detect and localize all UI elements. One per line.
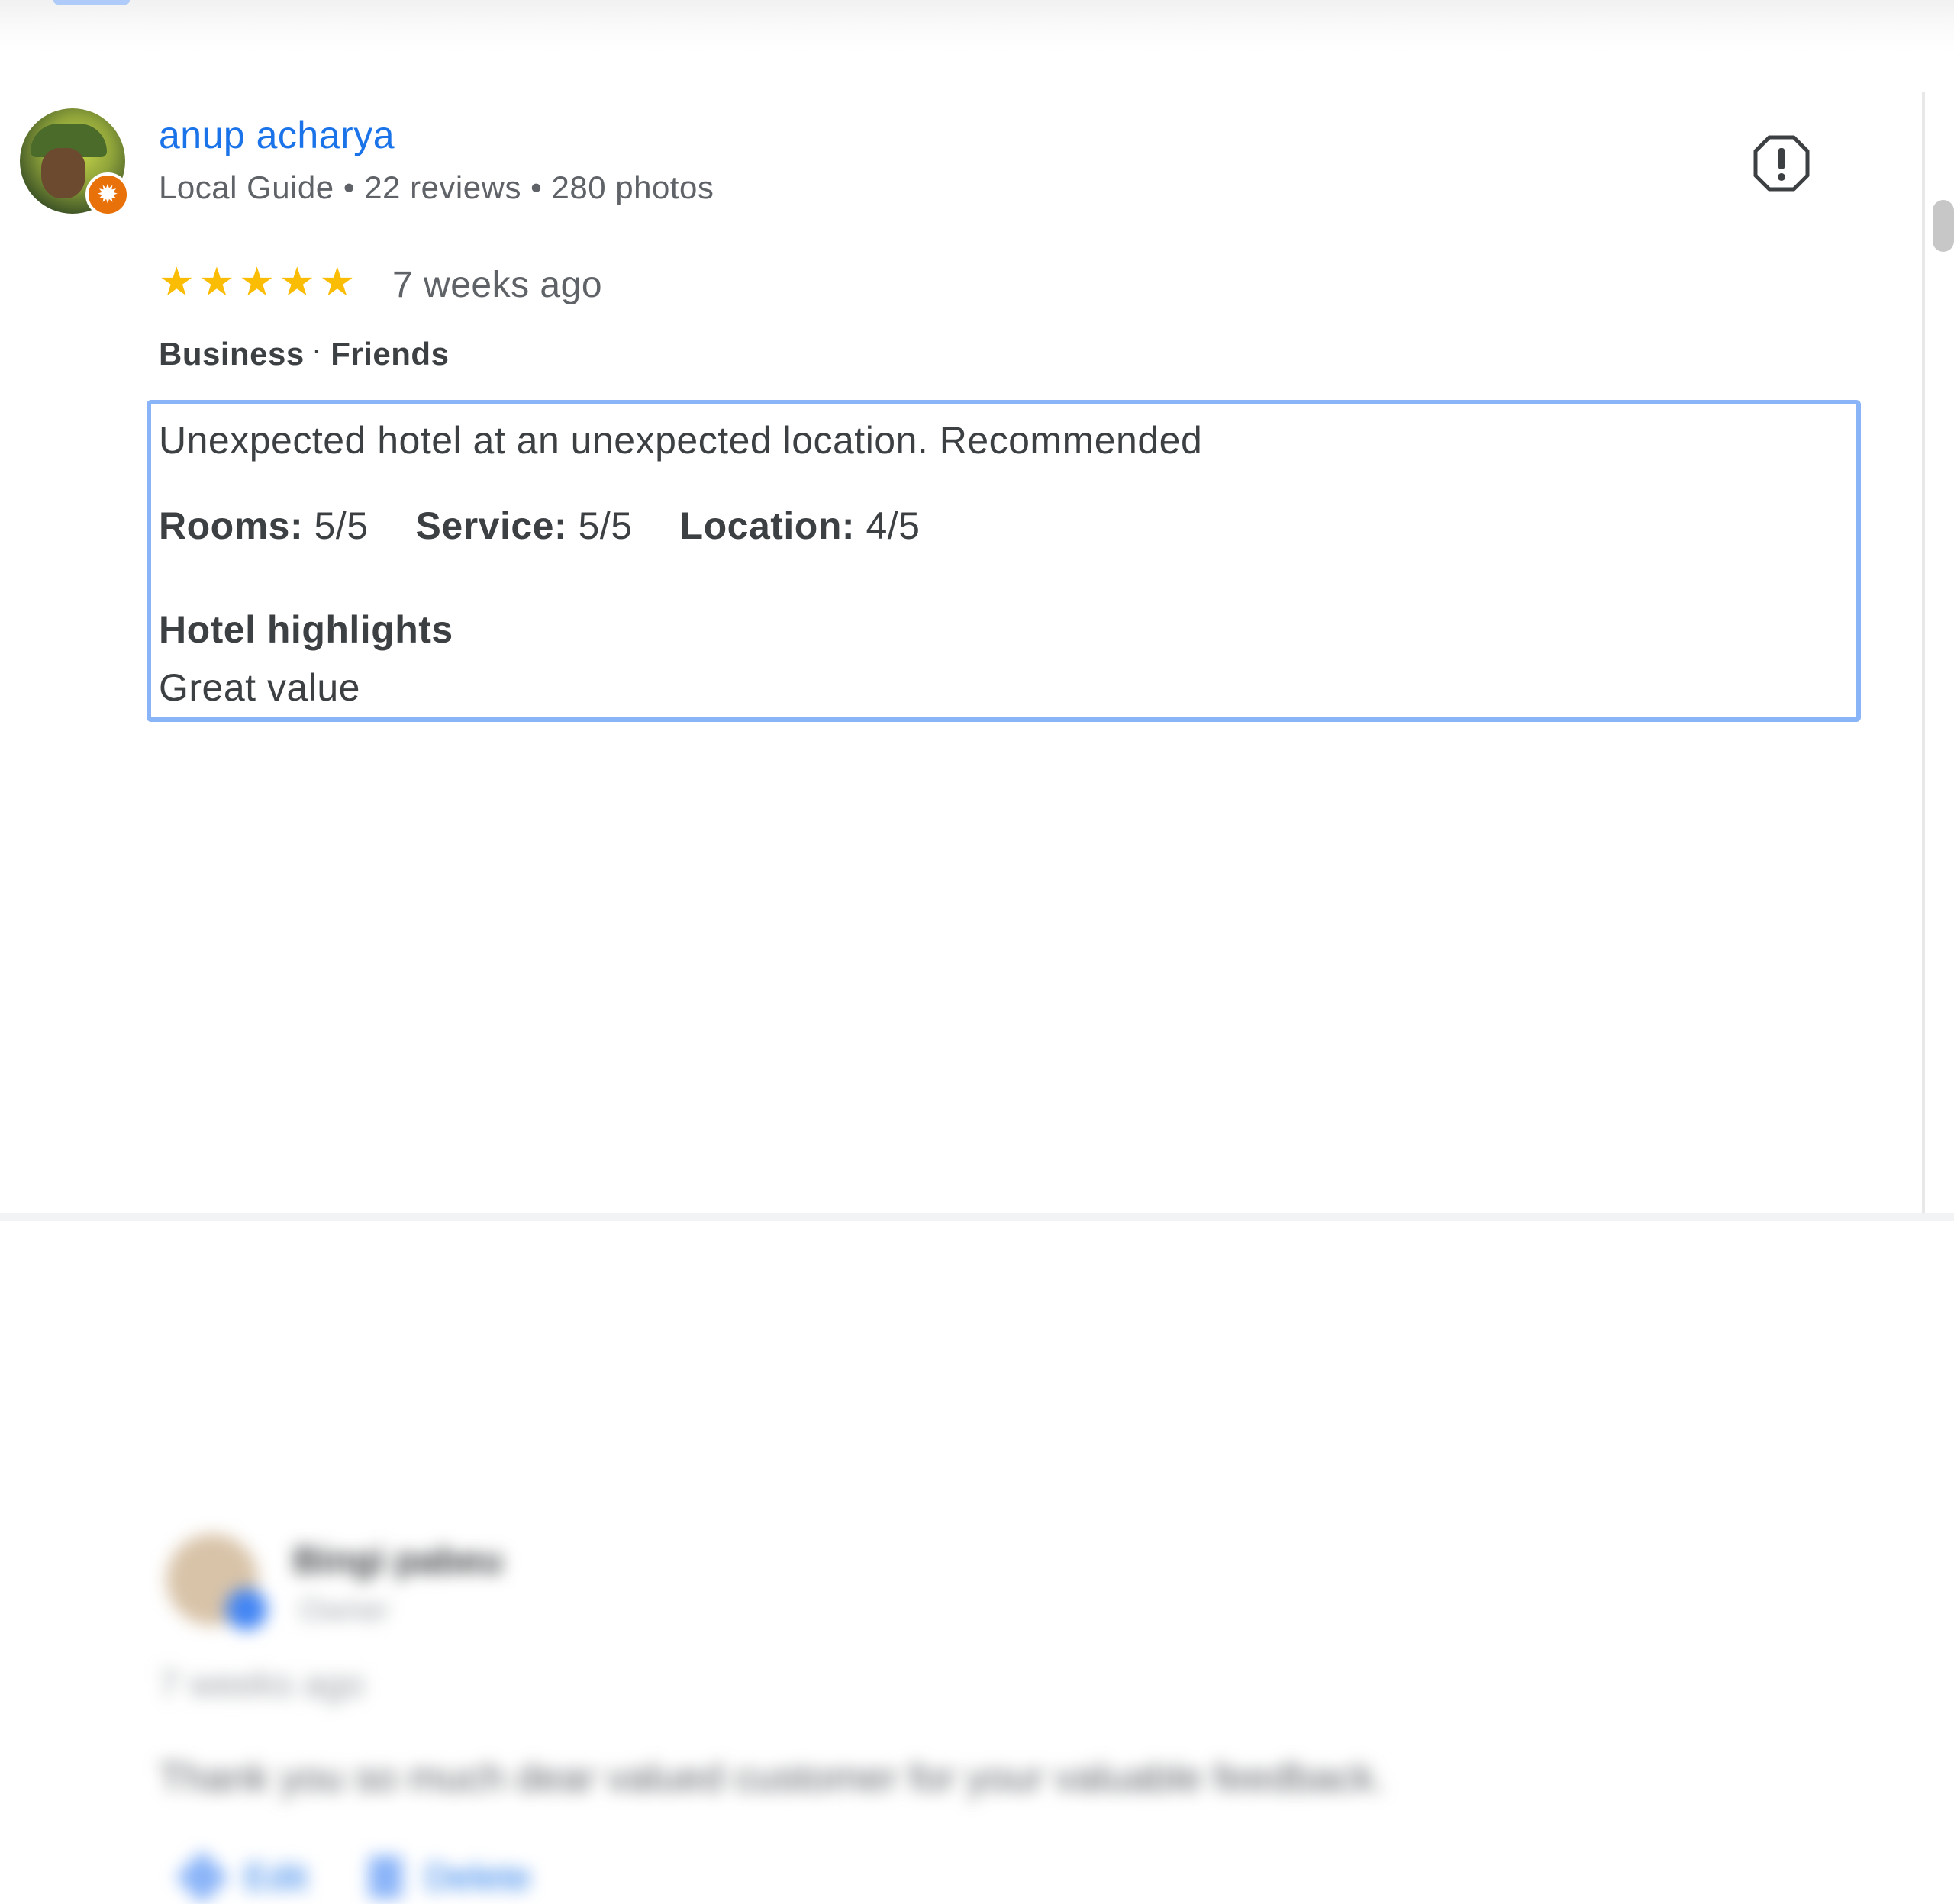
next-reviewer-name: Bingi pabeu bbox=[293, 1541, 503, 1581]
reviewer-meta: Local Guide • 22 reviews • 280 photos bbox=[159, 169, 714, 205]
report-review-icon[interactable] bbox=[1752, 134, 1811, 192]
rating-service: Service: 5/5 bbox=[416, 504, 633, 548]
star-icon: ★ bbox=[279, 260, 315, 304]
delete-label: Delete bbox=[424, 1857, 531, 1898]
rating-rooms: Rooms: 5/5 bbox=[159, 504, 369, 548]
scrollbar-thumb[interactable] bbox=[1933, 200, 1954, 252]
delete-button[interactable]: Delete bbox=[368, 1856, 531, 1899]
review-time: 7 weeks ago bbox=[392, 265, 603, 305]
trash-icon bbox=[368, 1856, 402, 1899]
next-reviewer-sub: Owner bbox=[299, 1593, 389, 1627]
rating-label: Location: bbox=[679, 504, 856, 547]
next-reviewer-badge-icon bbox=[226, 1589, 267, 1630]
rating-value: 4/5 bbox=[866, 504, 921, 547]
avatar-face bbox=[41, 148, 85, 198]
category-ratings: Rooms: 5/5 Service: 5/5 Location: 4/5 bbox=[159, 504, 967, 548]
edit-label: Edit bbox=[244, 1857, 308, 1898]
local-guide-star-icon: ✹ bbox=[85, 172, 130, 217]
star-icon: ★ bbox=[159, 260, 195, 304]
next-review-actions: Edit Delete bbox=[175, 1850, 531, 1904]
traveled-with: Friends bbox=[331, 336, 450, 372]
rating-label: Service: bbox=[415, 504, 568, 547]
star-icon: ★ bbox=[198, 260, 235, 304]
rating-value: 5/5 bbox=[314, 504, 369, 547]
next-review-time: 7 weeks ago bbox=[159, 1664, 365, 1705]
rating-label: Rooms: bbox=[159, 504, 304, 547]
bottom-divider bbox=[0, 1213, 1954, 1221]
highlights-value: Great value bbox=[159, 666, 360, 709]
rating-location: Location: 4/5 bbox=[680, 504, 921, 548]
highlights-title: Hotel highlights bbox=[159, 608, 453, 651]
separator-dot: · bbox=[313, 339, 322, 364]
scrollbar-track bbox=[1922, 92, 1925, 1221]
star-icon: ★ bbox=[319, 260, 356, 304]
trip-tags: Business · Friends bbox=[159, 336, 449, 372]
next-review-text: Thank you so much dear valued customer f… bbox=[159, 1756, 1386, 1800]
rating-value: 5/5 bbox=[578, 504, 633, 547]
review-card: ✹ anup acharya Local Guide • 22 reviews … bbox=[0, 0, 1954, 763]
edit-button[interactable]: Edit bbox=[175, 1850, 308, 1904]
star-icon: ★ bbox=[239, 260, 275, 304]
next-review-card-blurred: Bingi pabeu Owner 7 weeks ago Thank you … bbox=[0, 763, 1908, 1904]
trip-type: Business bbox=[159, 336, 305, 372]
review-text: Unexpected hotel at an unexpected locati… bbox=[159, 419, 1203, 462]
star-rating: ★ ★ ★ ★ ★ bbox=[159, 259, 355, 305]
pencil-icon bbox=[175, 1850, 230, 1904]
reviewer-name[interactable]: anup acharya bbox=[159, 113, 395, 157]
